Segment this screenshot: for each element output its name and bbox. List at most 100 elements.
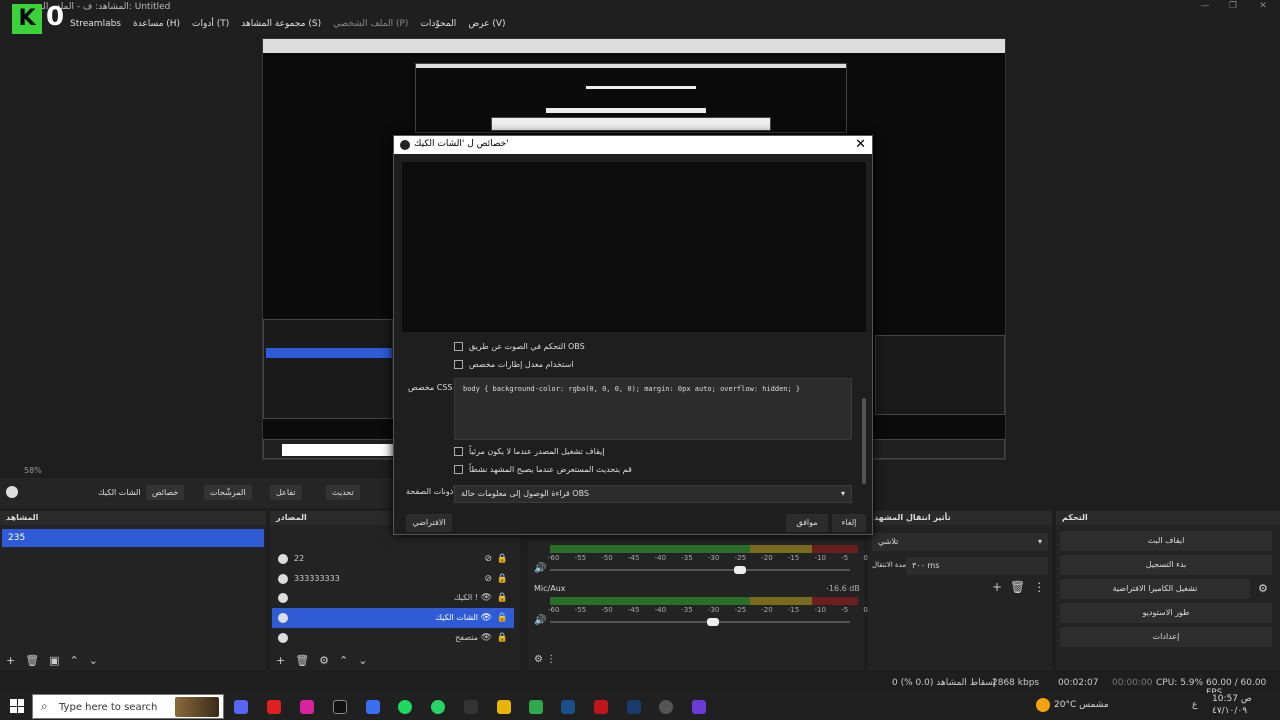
cpu-usage: CPU: 5.9% [1156, 678, 1204, 688]
transition-controls[interactable]: +🗑⋮ [992, 580, 1053, 594]
menu-scene-collection[interactable]: مجموعة المشاهد (S) [241, 15, 321, 33]
nested-bar [546, 108, 706, 113]
maximize-button[interactable]: ❐ [1218, 1, 1248, 13]
minimize-button[interactable]: — [1190, 1, 1220, 13]
weather-icon[interactable] [1036, 698, 1050, 712]
nested-obs-titlebar [263, 39, 1005, 53]
visibility-icon[interactable]: 👁 [481, 608, 492, 628]
menu-help[interactable]: مساعدة (H) [133, 15, 180, 33]
taskbar-search[interactable]: ⌕ Type here to search [32, 694, 224, 719]
mic-speaker-icon[interactable]: 🔊 [534, 615, 546, 626]
menu-docks[interactable]: المحوّدات [420, 15, 456, 33]
speaker-icon[interactable]: 🔊 [534, 563, 546, 574]
start-recording-button[interactable]: بدء التسجيل [1060, 555, 1272, 575]
lock-icon[interactable]: 🔒 [497, 608, 508, 628]
menu-streamlabs[interactable]: Streamlabs [70, 15, 121, 33]
page-permissions-select[interactable]: قراءة الوصول إلى معلومات حالة OBS ▾ [454, 485, 852, 503]
close-icon[interactable]: ✕ [855, 137, 866, 152]
css-label: مخصص CSS [408, 383, 453, 392]
lock-icon[interactable]: 🔒 [497, 549, 508, 569]
studio-mode-button[interactable]: طور الاستوديو [1060, 603, 1272, 623]
volume-slider[interactable] [550, 569, 850, 571]
filters-button[interactable]: المرشّحات [204, 485, 252, 500]
app-purple-icon[interactable] [692, 700, 706, 714]
store-icon[interactable] [529, 700, 543, 714]
youtube-icon[interactable] [267, 700, 281, 714]
refresh-checkbox[interactable]: قم بتحديث المستعرض عندما يصبح المشهد نشط… [454, 463, 632, 477]
menu-profile[interactable]: الملف الشخصي (P) [333, 15, 408, 33]
file-explorer-icon[interactable] [497, 700, 511, 714]
controls-dock-title: التحكم [1056, 511, 1280, 525]
source-row[interactable]: 22 ⊘ 🔒 [272, 549, 514, 569]
instagram-icon[interactable] [300, 700, 314, 714]
shutdown-checkbox[interactable]: إيقاف تشغيل المصدر عندما لا يكون مرئياً [454, 445, 605, 459]
visibility-icon[interactable]: 👁 [481, 588, 492, 608]
menu-bar: عرض (V) المحوّدات الملف الشخصي (P) مجموع… [0, 15, 1280, 33]
source-row[interactable]: الكيك ! 👁 🔒 [272, 588, 514, 608]
nested-bar [416, 64, 846, 68]
visibility-icon[interactable]: ⊘ [484, 569, 492, 589]
gear-icon[interactable]: ⚙ [1258, 582, 1268, 595]
transition-select[interactable]: تلاشي ▾ [872, 533, 1048, 551]
stop-stream-button[interactable]: ايقاف البث [1060, 531, 1272, 551]
dialog-title: خصائص ل 'الشات الكيك' [414, 139, 509, 149]
menu-tools[interactable]: أدوات (T) [192, 15, 229, 33]
source-row[interactable]: الشات الكيك 👁 🔒 [272, 608, 514, 628]
mixer-gear-icon[interactable]: ⚙ ⋮ [534, 654, 556, 665]
steam-icon[interactable] [561, 700, 575, 714]
virtual-camera-button[interactable]: تشغيل الكاميرا الافتراضية [1060, 579, 1250, 599]
sources-dock-controls[interactable]: +🗑⚙⌃⌄ [276, 654, 377, 667]
clock-date[interactable]: ٤٧/١٠/٠٩ [1212, 706, 1247, 716]
whatsapp-icon[interactable] [431, 700, 445, 714]
menu-view[interactable]: عرض (V) [468, 15, 505, 33]
scenes-dock-controls[interactable]: +🗑▣⌃⌄ [6, 654, 108, 667]
app-blue-icon[interactable] [627, 700, 641, 714]
scene-item[interactable]: 235 [2, 529, 264, 547]
nested-bar [586, 86, 696, 89]
title-bar: المشاهد: ف - الملف الشخصي: Untitled — ❐ … [0, 0, 1280, 15]
app-red-icon[interactable] [594, 700, 608, 714]
zoom-level[interactable]: 58% [24, 466, 42, 475]
close-window-button[interactable]: ✕ [1248, 1, 1278, 13]
mic-volume-slider[interactable] [550, 621, 850, 623]
interact-button[interactable]: تفاعل [270, 485, 302, 500]
windows-start-icon[interactable] [10, 699, 24, 713]
cancel-button[interactable]: إلغاء [832, 514, 866, 532]
source-row[interactable]: متصفح 👁 🔒 [272, 628, 514, 648]
language-indicator[interactable]: ع [1192, 700, 1197, 710]
bitrate: 2868 kbps [992, 678, 1040, 688]
visibility-icon[interactable]: ⊘ [484, 549, 492, 569]
page-permissions-label: أذونات الصفحة [406, 487, 456, 496]
weather-text[interactable]: 20°C مشمس [1054, 700, 1109, 710]
audio-control-checkbox[interactable]: التحكم في الصوت عن طريق OBS [454, 340, 585, 354]
duration-input[interactable]: ٣٠٠ ms [906, 557, 1048, 575]
source-row[interactable]: 333333333 ⊘ 🔒 [272, 569, 514, 589]
app-icon[interactable] [366, 700, 380, 714]
epic-games-icon[interactable] [464, 700, 478, 714]
mic-volume-knob[interactable] [707, 618, 719, 626]
logo-k: K [12, 4, 42, 34]
css-textarea[interactable]: body { background-color: rgba(0, 0, 0, 0… [454, 378, 852, 440]
mic-meter-ticks: -60 -55 -50 -45 -40 -35 -30 -25 -20 -15 -10 -5 0 [548, 606, 868, 614]
discord-icon[interactable] [234, 700, 248, 714]
obs-icon[interactable] [659, 700, 673, 714]
clock-time[interactable]: 10:57 ص [1212, 694, 1252, 704]
refresh-button[interactable]: تحديث [326, 485, 360, 500]
dialog-scrollbar[interactable] [862, 398, 866, 484]
volume-knob[interactable] [734, 566, 746, 574]
duration-label: مدة الانتقال [872, 561, 907, 569]
nested-scenes [263, 319, 393, 419]
spotify-icon[interactable] [398, 700, 412, 714]
properties-button[interactable]: خصائص [146, 485, 185, 500]
tiktok-icon[interactable] [333, 700, 347, 714]
logo-o: 0 [46, 2, 65, 32]
custom-fps-checkbox[interactable]: استخدام معدل إطارات مخصص [454, 358, 574, 372]
kick-logo: K 0 [12, 2, 72, 36]
visibility-icon[interactable]: 👁 [481, 628, 492, 648]
ok-button[interactable]: موافق [786, 514, 828, 532]
lock-icon[interactable]: 🔒 [497, 588, 508, 608]
lock-icon[interactable]: 🔒 [497, 569, 508, 589]
defaults-button[interactable]: الافتراضي [406, 514, 452, 532]
settings-button[interactable]: إعدادات [1060, 627, 1272, 647]
lock-icon[interactable]: 🔒 [497, 628, 508, 648]
